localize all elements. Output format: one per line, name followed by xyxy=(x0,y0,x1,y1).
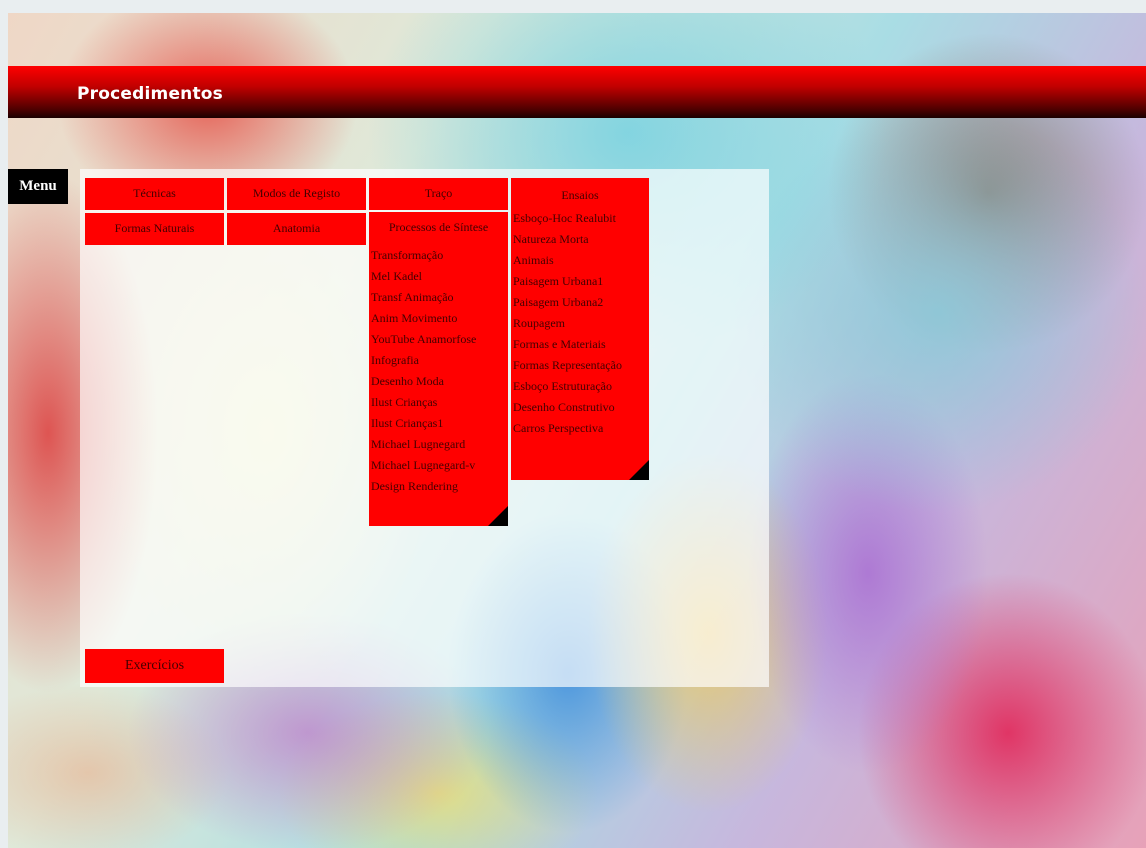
tecnicas-button[interactable]: Técnicas xyxy=(85,178,224,210)
processos-sintese-item[interactable]: Mel Kadel xyxy=(369,266,508,287)
ensaios-item[interactable]: Esboço-Hoc Realubit xyxy=(511,208,649,229)
formas-naturais-button[interactable]: Formas Naturais xyxy=(85,213,224,245)
ensaios-item[interactable]: Paisagem Urbana1 xyxy=(511,271,649,292)
processos-sintese-list: Transformação Mel Kadel Transf Animação Ani… xyxy=(369,245,508,497)
menu-label[interactable]: Menu xyxy=(8,169,68,204)
exercicios-button[interactable]: Exercícios xyxy=(85,649,224,683)
ensaios-dropdown: Ensaios Esboço-Hoc Realubit Natureza Mort… xyxy=(511,178,649,480)
ensaios-header[interactable]: Ensaios xyxy=(511,178,649,208)
processos-sintese-item[interactable]: YouTube Anamorfose xyxy=(369,329,508,350)
processos-sintese-item[interactable]: Michael Lugnegard xyxy=(369,434,508,455)
resize-corner-icon xyxy=(488,506,508,526)
ensaios-list: Esboço-Hoc Realubit Natureza Morta Animais… xyxy=(511,208,649,439)
page-title: Procedimentos xyxy=(77,84,223,104)
ensaios-item[interactable]: Natureza Morta xyxy=(511,229,649,250)
ensaios-item[interactable]: Formas e Materiais xyxy=(511,334,649,355)
ensaios-item[interactable]: Formas Representação xyxy=(511,355,649,376)
ensaios-item[interactable]: Carros Perspectiva xyxy=(511,418,649,439)
processos-sintese-item[interactable]: Ilust Crianças1 xyxy=(369,413,508,434)
ensaios-item[interactable]: Animais xyxy=(511,250,649,271)
resize-corner-icon xyxy=(629,460,649,480)
processos-sintese-item[interactable]: Transf Animação xyxy=(369,287,508,308)
processos-sintese-dropdown: Processos de Síntese Transformação Mel Ka… xyxy=(369,212,508,526)
ensaios-item[interactable]: Paisagem Urbana2 xyxy=(511,292,649,313)
processos-sintese-item[interactable]: Michael Lugnegard-v xyxy=(369,455,508,476)
processos-sintese-item[interactable]: Infografia xyxy=(369,350,508,371)
processos-sintese-item[interactable]: Desenho Moda xyxy=(369,371,508,392)
processos-sintese-header[interactable]: Processos de Síntese xyxy=(369,212,508,245)
ensaios-item[interactable]: Roupagem xyxy=(511,313,649,334)
modos-registo-button[interactable]: Modos de Registo xyxy=(227,178,366,210)
processos-sintese-item[interactable]: Anim Movimento xyxy=(369,308,508,329)
processos-sintese-item[interactable]: Design Rendering xyxy=(369,476,508,497)
ensaios-item[interactable]: Esboço Estruturação xyxy=(511,376,649,397)
anatomia-button[interactable]: Anatomia xyxy=(227,213,366,245)
ensaios-item[interactable]: Desenho Construtivo xyxy=(511,397,649,418)
traco-button[interactable]: Traço xyxy=(369,178,508,210)
processos-sintese-item[interactable]: Ilust Crianças xyxy=(369,392,508,413)
processos-sintese-item[interactable]: Transformação xyxy=(369,245,508,266)
